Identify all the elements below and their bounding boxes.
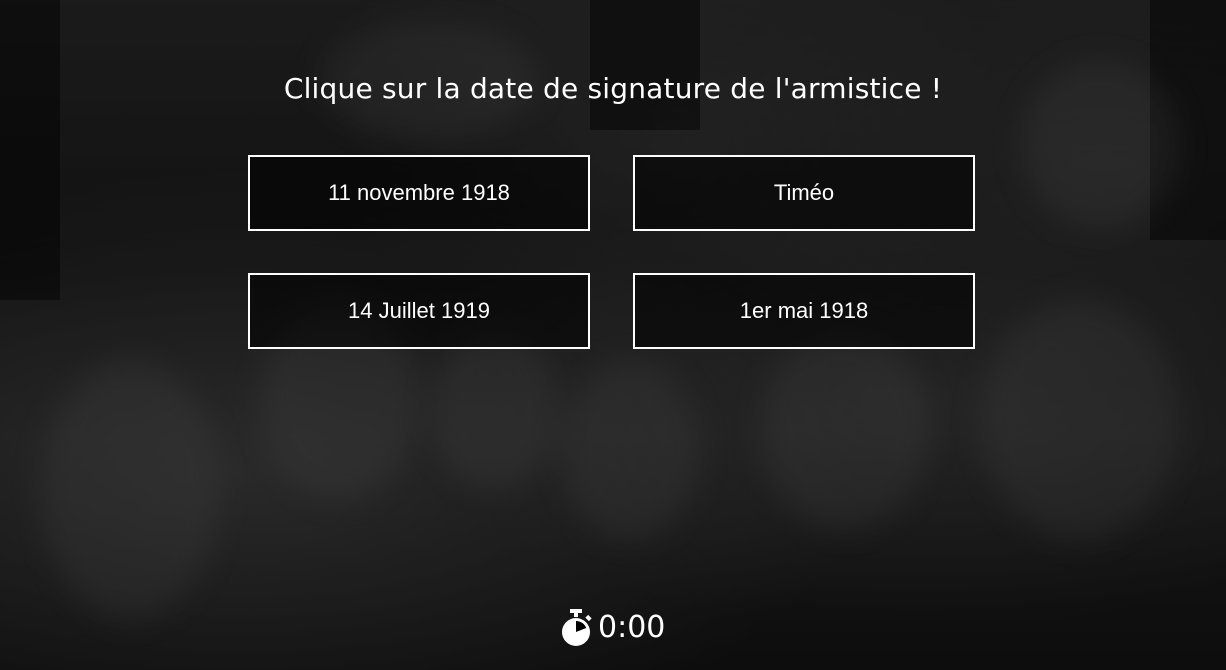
answer-button-2[interactable]: Timéo (633, 155, 975, 231)
answer-button-1[interactable]: 11 novembre 1918 (248, 155, 590, 231)
answer-grid: 11 novembre 1918 Timéo 14 Juillet 1919 1… (248, 155, 975, 349)
question-text: Clique sur la date de signature de l'arm… (283, 72, 943, 105)
answer-button-3[interactable]: 14 Juillet 1919 (248, 273, 590, 349)
timer: 0:00 (558, 608, 665, 648)
timer-value: 0:00 (598, 610, 666, 645)
stopwatch-icon (562, 609, 592, 646)
quiz-screen: Clique sur la date de signature de l'arm… (0, 0, 1226, 670)
answer-button-4[interactable]: 1er mai 1918 (633, 273, 975, 349)
